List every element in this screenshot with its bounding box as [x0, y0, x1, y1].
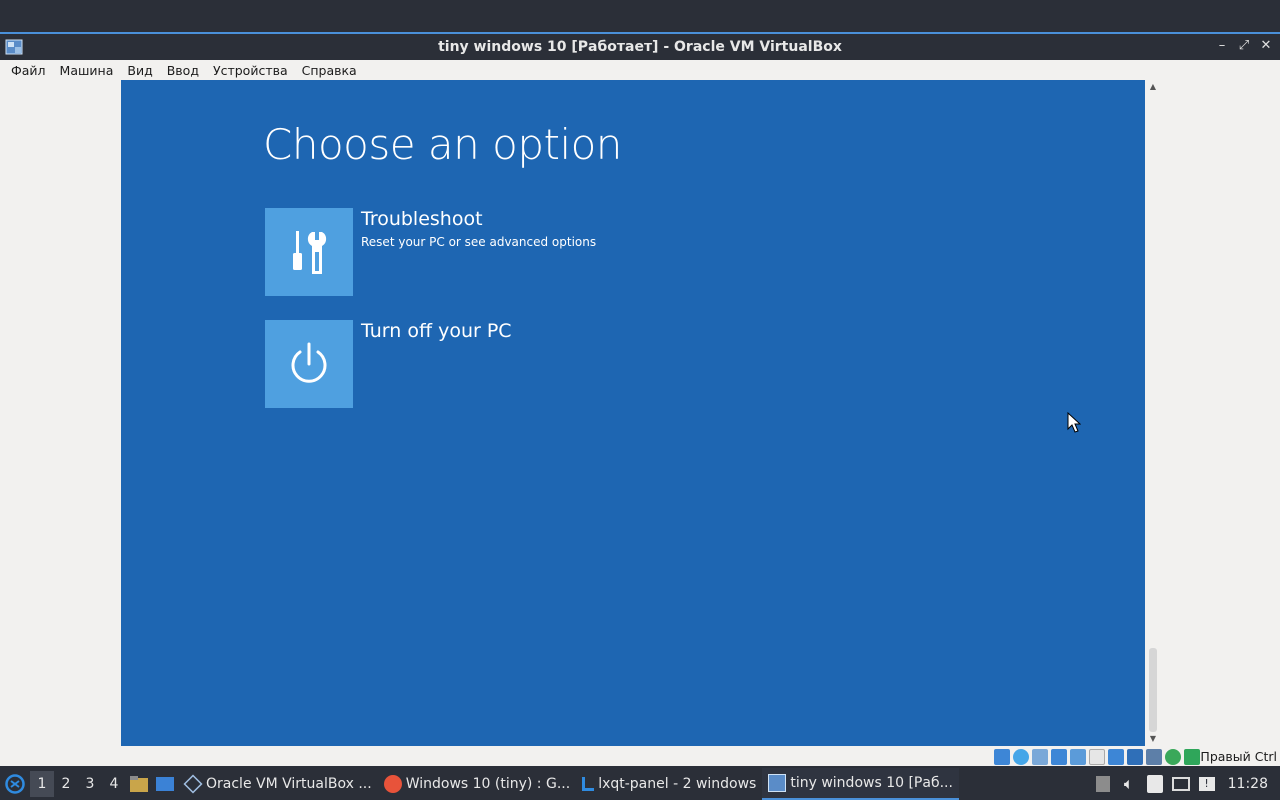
clock[interactable]: 11:28: [1220, 776, 1280, 792]
vm-screen[interactable]: Choose an option Troubleshoot Reset your…: [121, 80, 1145, 746]
desktop-background-strip: [0, 0, 1280, 32]
task-firefox[interactable]: Windows 10 (tiny) : G...: [378, 768, 577, 800]
tray-box-icon: [1095, 776, 1110, 792]
host-key-label: Правый Ctrl: [1200, 749, 1277, 764]
turn-off-tile[interactable]: [265, 320, 353, 408]
desktop-3-button[interactable]: 3: [78, 776, 102, 792]
vertical-scrollbar[interactable]: ▲ ▼: [1146, 80, 1160, 746]
virtualbox-app-icon: [5, 39, 23, 55]
system-tray: 🔈︎ ! 11:28: [1090, 768, 1280, 800]
close-button[interactable]: ✕: [1258, 37, 1274, 55]
troubleshoot-option[interactable]: Troubleshoot Reset your PC or see advanc…: [265, 208, 596, 296]
turn-off-title: Turn off your PC: [361, 320, 512, 342]
window-title: tiny windows 10 [Работает] - Oracle VM V…: [438, 39, 842, 55]
scroll-up-icon[interactable]: ▲: [1148, 82, 1158, 92]
vm-statusbar: Правый Ctrl: [0, 748, 1280, 766]
clipboard-button[interactable]: [1142, 768, 1168, 800]
task-tiny-windows-vm[interactable]: tiny windows 10 [Раб...: [762, 768, 959, 800]
shared-folders-icon[interactable]: [1089, 749, 1105, 765]
scroll-down-icon[interactable]: ▼: [1148, 734, 1158, 744]
troubleshoot-subtitle: Reset your PC or see advanced options: [361, 235, 597, 249]
mouse-cursor-icon: [1067, 412, 1081, 433]
notification-icon: !: [1198, 777, 1215, 791]
virtualbox-vm-icon: [768, 774, 787, 792]
window-titlebar[interactable]: tiny windows 10 [Работает] - Oracle VM V…: [0, 32, 1280, 60]
file-manager-launcher[interactable]: [126, 768, 152, 800]
menu-view[interactable]: Вид: [120, 63, 159, 78]
removable-media-button[interactable]: [1168, 768, 1194, 800]
power-icon: [291, 342, 327, 383]
turn-off-option[interactable]: Turn off your PC: [265, 320, 512, 408]
hard-disk-icon[interactable]: [994, 749, 1010, 765]
show-desktop-launcher[interactable]: [152, 768, 178, 800]
desktop-4-button[interactable]: 4: [102, 776, 126, 792]
virtualbox-icon: [183, 774, 203, 794]
network-icon[interactable]: [1051, 749, 1067, 765]
desktop-2-button[interactable]: 2: [54, 776, 78, 792]
desktop-1-button[interactable]: 1: [30, 771, 54, 797]
menu-input[interactable]: Ввод: [160, 63, 206, 78]
cpu-icon[interactable]: [1146, 749, 1162, 765]
tools-icon: [293, 231, 327, 274]
task-label: tiny windows 10 [Раб...: [790, 775, 953, 791]
lxqt-icon: [582, 777, 595, 791]
troubleshoot-tile[interactable]: [265, 208, 353, 296]
task-label: Windows 10 (tiny) : G...: [405, 776, 571, 792]
desktop-icon: [156, 777, 174, 791]
page-title: Choose an option: [263, 120, 622, 169]
usb-icon[interactable]: [1070, 749, 1086, 765]
lxqt-logo-icon: [5, 774, 25, 794]
volume-button[interactable]: 🔈︎: [1116, 768, 1142, 800]
drive-icon: [1171, 777, 1190, 791]
display-icon[interactable]: [1108, 749, 1124, 765]
troubleshoot-title: Troubleshoot: [361, 208, 483, 230]
firefox-icon: [383, 775, 402, 793]
mouse-integration-icon[interactable]: [1165, 749, 1181, 765]
menu-help[interactable]: Справка: [295, 63, 364, 78]
minimize-button[interactable]: –: [1214, 37, 1230, 55]
vm-display-area: Choose an option Troubleshoot Reset your…: [0, 80, 1280, 748]
video-capture-icon[interactable]: [1127, 749, 1143, 765]
notifications-button[interactable]: !: [1194, 768, 1220, 800]
clipboard-icon: [1146, 775, 1163, 793]
task-lxqt-panel[interactable]: lxqt-panel - 2 windows: [576, 768, 762, 800]
task-virtualbox-manager[interactable]: Oracle VM VirtualBox ...: [178, 768, 378, 800]
keyboard-capture-icon[interactable]: [1184, 749, 1200, 765]
start-menu-button[interactable]: [0, 768, 30, 800]
menu-machine[interactable]: Машина: [53, 63, 121, 78]
taskbar: 1 2 3 4 Oracle VM VirtualBox ... Windows…: [0, 768, 1280, 800]
speaker-icon: 🔈︎: [1123, 774, 1134, 793]
task-label: Oracle VM VirtualBox ...: [206, 776, 372, 792]
audio-icon[interactable]: [1032, 749, 1048, 765]
folder-icon: [130, 776, 148, 792]
scroll-thumb[interactable]: [1149, 648, 1157, 732]
optical-drive-icon[interactable]: [1013, 749, 1029, 765]
tray-item-1[interactable]: [1090, 768, 1116, 800]
menubar: Файл Машина Вид Ввод Устройства Справка: [0, 60, 1280, 80]
menu-devices[interactable]: Устройства: [206, 63, 295, 78]
restore-button[interactable]: ⤢: [1236, 37, 1252, 55]
menu-file[interactable]: Файл: [4, 63, 53, 78]
task-label: lxqt-panel - 2 windows: [598, 776, 757, 792]
